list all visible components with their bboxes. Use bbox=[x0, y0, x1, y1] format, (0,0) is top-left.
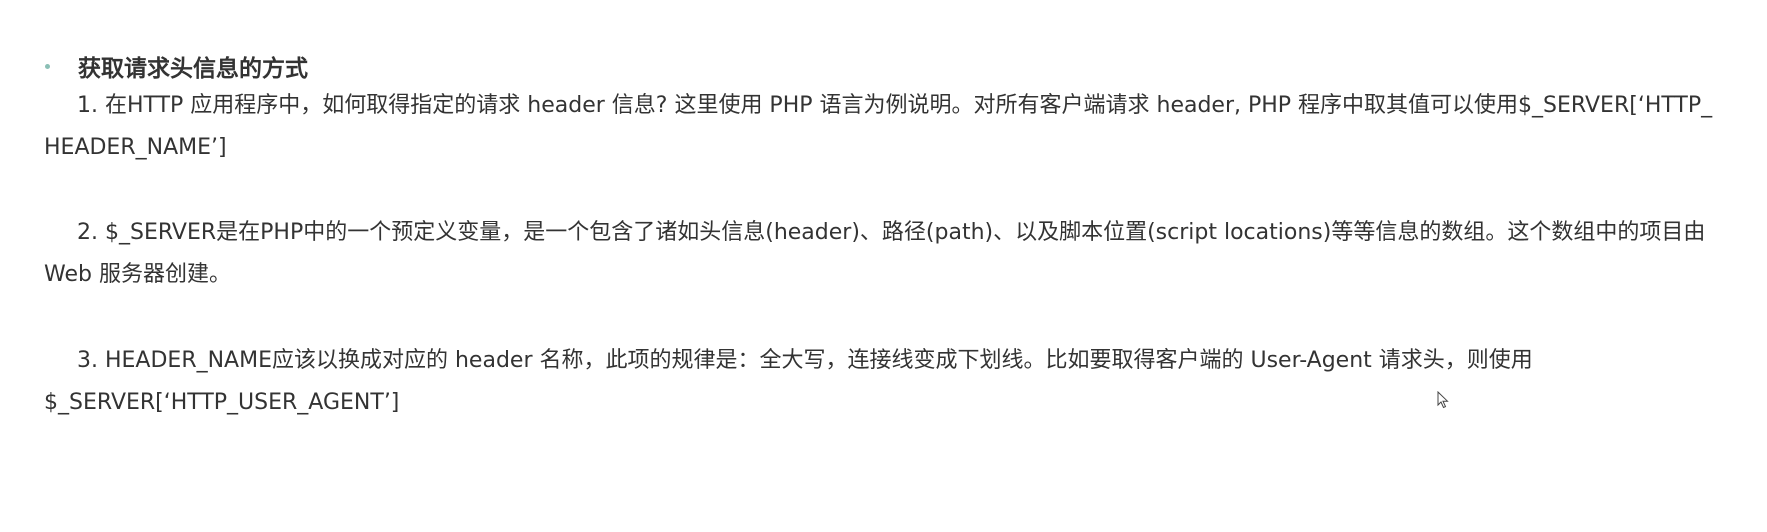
document-page: 获取请求头信息的方式 1. 在HTTP 应用程序中，如何取得指定的请求 head… bbox=[0, 0, 1767, 532]
mouse-pointer-icon bbox=[1437, 391, 1449, 409]
paragraph-2: 2. $_SERVER是在PHP中的一个预定义变量，是一个包含了诸如头信息(he… bbox=[44, 220, 1706, 287]
bullet-dot-icon bbox=[45, 63, 50, 69]
paragraph-1: 1. 在HTTP 应用程序中，如何取得指定的请求 header 信息? 这里使用… bbox=[44, 93, 1713, 160]
paragraph-3: 3. HEADER_NAME应该以换成对应的 header 名称，此项的规律是：… bbox=[44, 348, 1533, 415]
section-heading: 获取请求头信息的方式 bbox=[78, 56, 308, 82]
section-heading-row: 获取请求头信息的方式 bbox=[45, 50, 308, 82]
